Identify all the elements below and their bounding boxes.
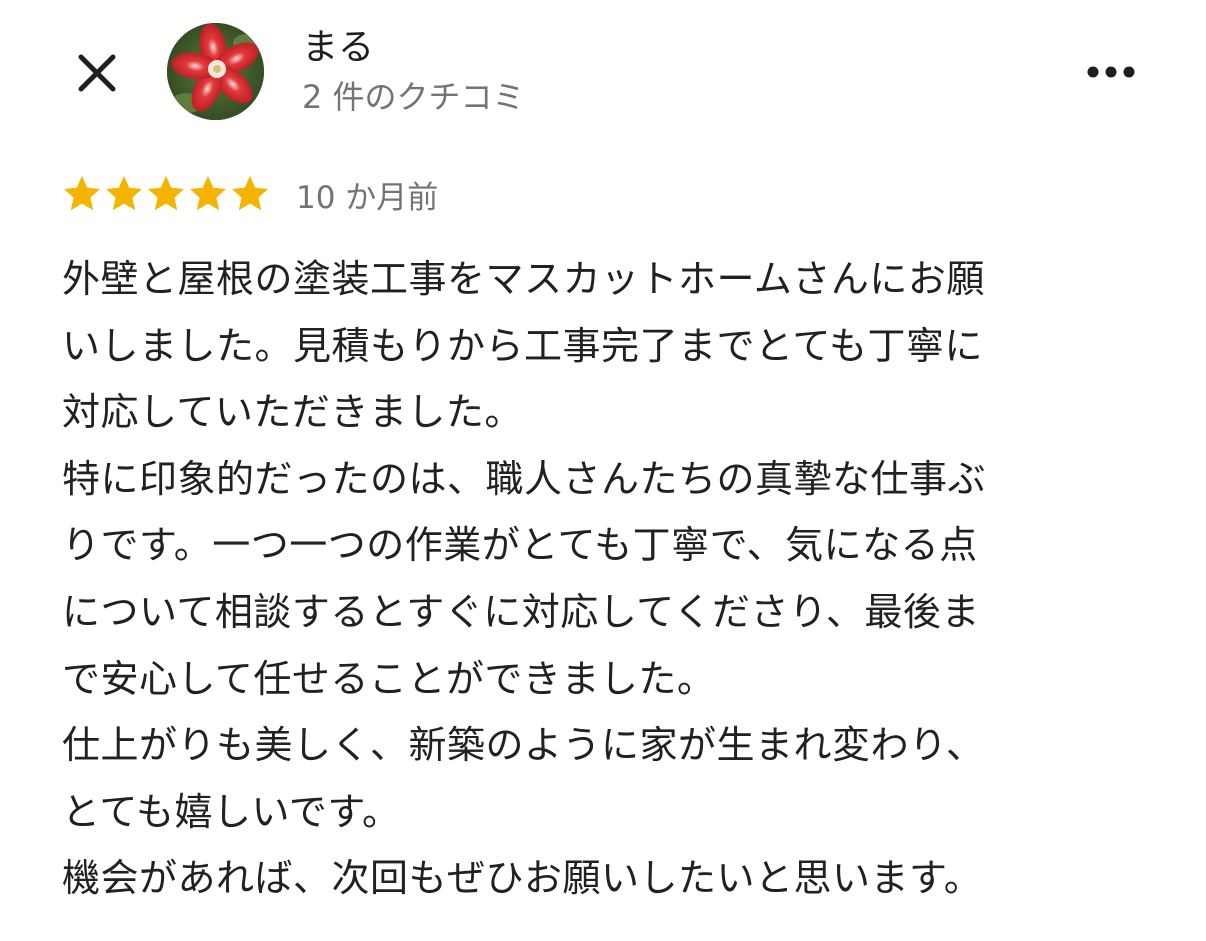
star-icon	[146, 174, 186, 214]
review-text-line: 仕上がりも美しく、新築のように家が生まれ変わり、	[62, 723, 985, 768]
more-options-button[interactable]	[1080, 50, 1142, 94]
more-vert-icon	[1087, 66, 1135, 78]
review-text-line: 対応していただきました。	[62, 390, 523, 435]
review-count[interactable]: 2 件のクチコミ	[302, 76, 525, 118]
reviewer-name[interactable]: まる	[302, 26, 374, 70]
review-text-line: いしました。見積もりから工事完了までとても丁寧に	[62, 323, 983, 368]
review-text-line: で安心して任せることができました。	[62, 656, 716, 701]
review-text: 外壁と屋根の塗装工事をマスカットホームさんにお願 いしました。見積もりから工事完了…	[62, 246, 1152, 912]
star-rating	[62, 174, 270, 214]
review-text-line: 機会があれば、次回もぜひお願いしたいと思います。	[62, 856, 983, 901]
star-icon	[230, 174, 270, 214]
close-button[interactable]	[70, 46, 124, 100]
avatar[interactable]	[167, 23, 264, 120]
review-detail-page: まる 2 件のクチコミ 10 か月前 外壁と屋根の塗装工事をマスカットホームさん…	[0, 0, 1206, 941]
review-text-line: とても嬉しいです。	[62, 789, 401, 834]
review-date: 10 か月前	[296, 179, 439, 216]
rating-row: 10 か月前	[62, 172, 438, 216]
star-icon	[104, 174, 144, 214]
review-text-line: 外壁と屋根の塗装工事をマスカットホームさんにお願	[62, 257, 985, 301]
review-text-line: 特に印象的だったのは、職人さんたちの真摯な仕事ぶ	[62, 456, 987, 501]
flower-photo	[167, 23, 264, 120]
review-text-line: りです。一つ一つの作業がとても丁寧で、気になる点	[62, 523, 978, 568]
star-icon	[62, 174, 102, 214]
close-icon	[78, 54, 116, 92]
review-text-line: について相談するとすぐに対応してくださり、最後ま	[62, 589, 980, 634]
star-icon	[188, 174, 228, 214]
